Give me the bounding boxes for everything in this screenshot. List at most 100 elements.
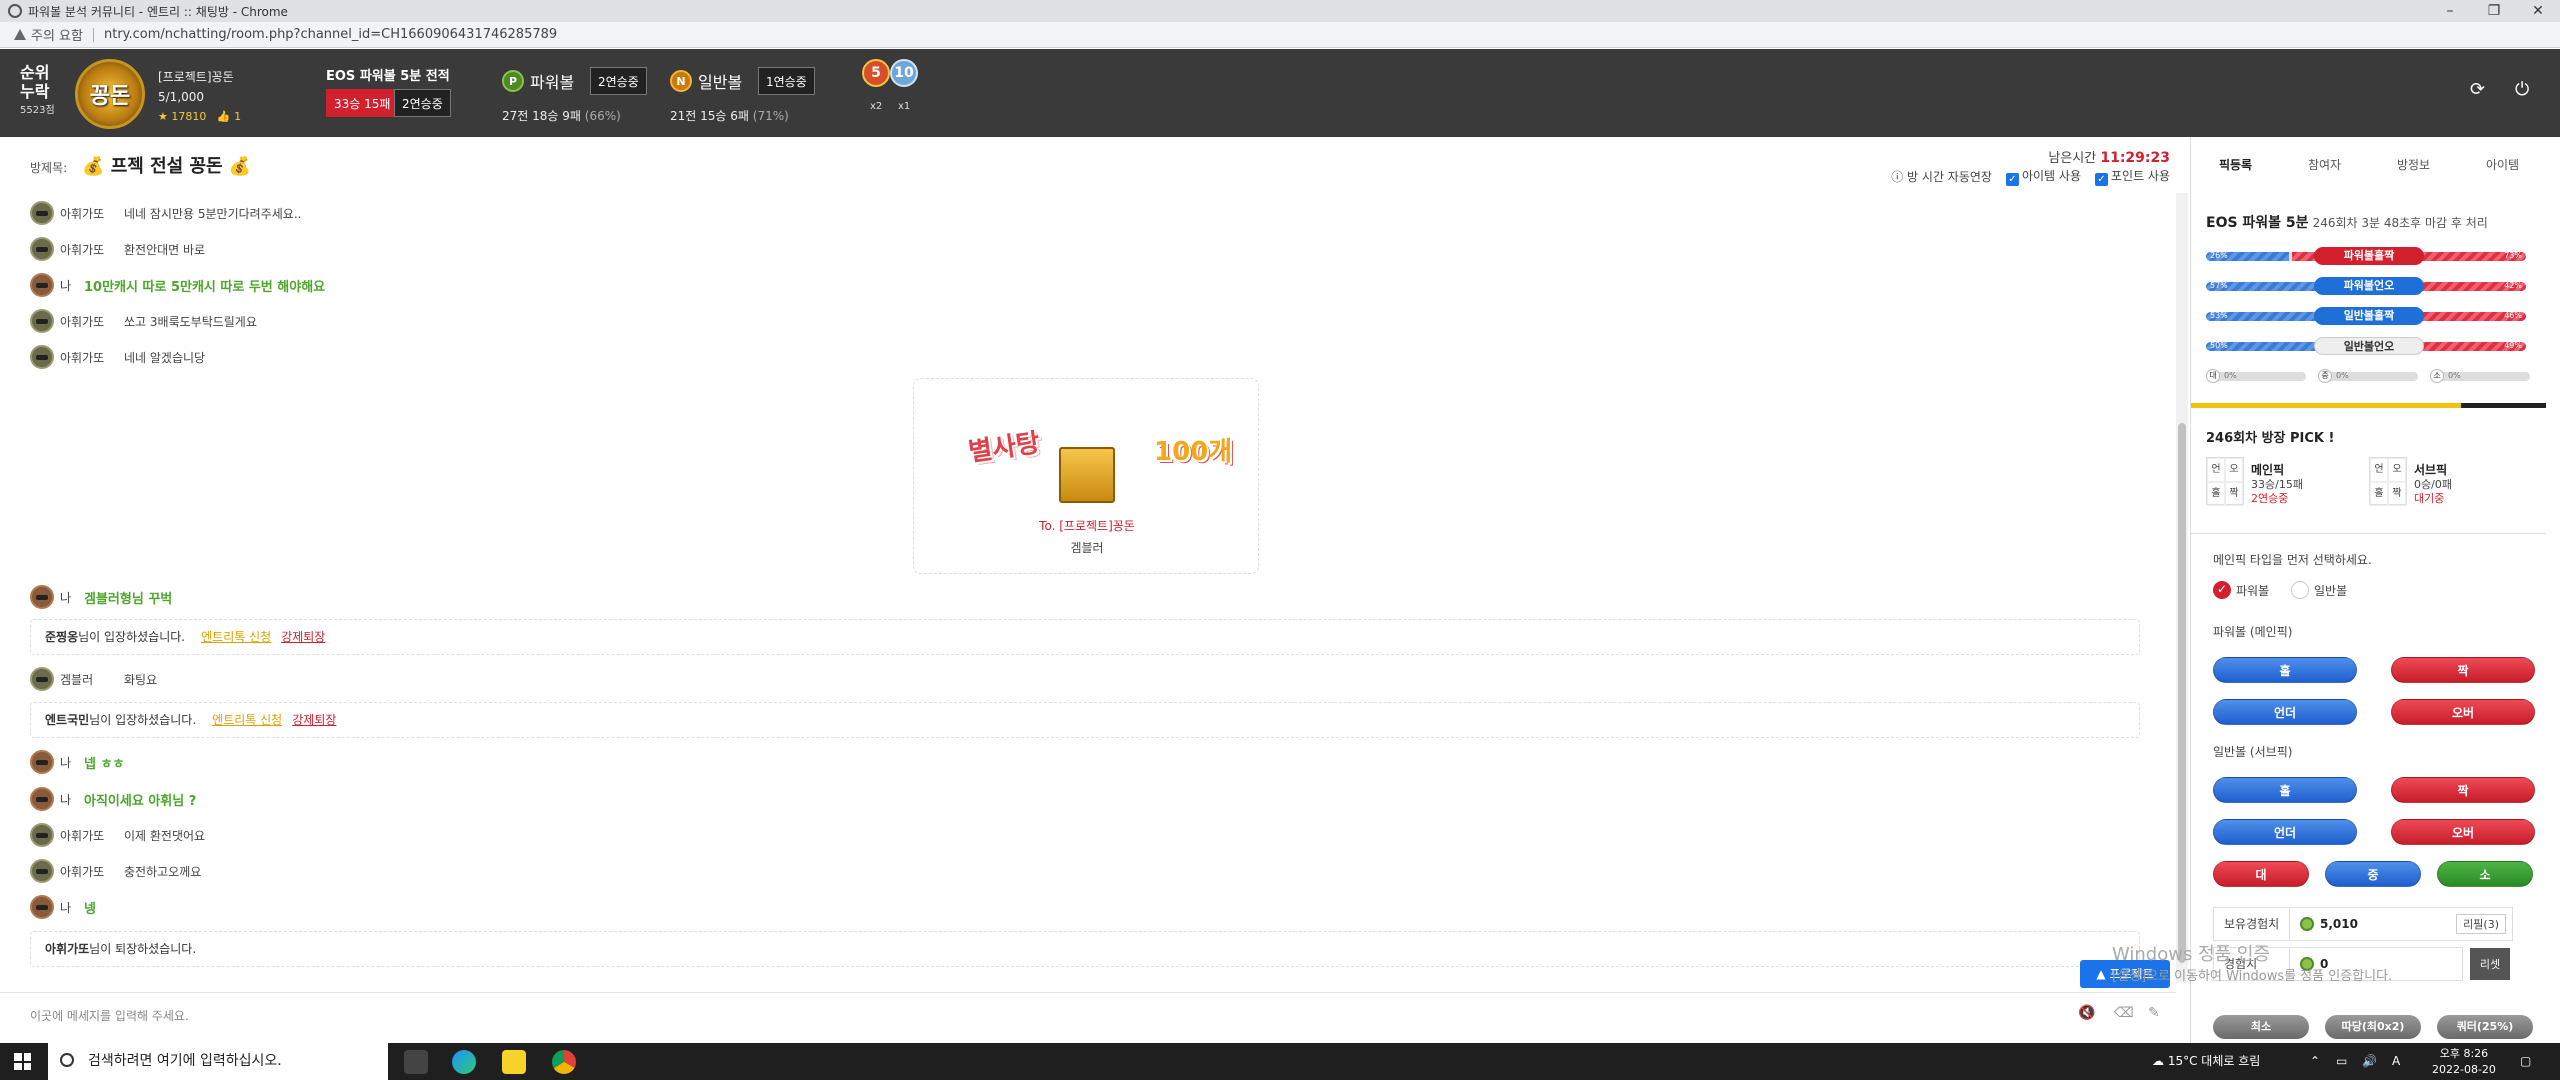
taskbar-clock[interactable]: 오후 8:26 2022-08-20 bbox=[2432, 1046, 2496, 1078]
gift-to-prefix: To. bbox=[1039, 519, 1056, 533]
powerball-even-button[interactable]: 짝 bbox=[2391, 657, 2535, 683]
refresh-icon[interactable]: ⟳ bbox=[2470, 79, 2485, 100]
weather[interactable]: ☁ 15°C 대체로 흐림 bbox=[2152, 1043, 2260, 1080]
address-bar[interactable]: 주의 요함 ntry.com/nchatting/room.php?channe… bbox=[0, 22, 2560, 48]
kick-link[interactable]: 강제퇴장 bbox=[281, 630, 325, 644]
radio-normalball[interactable]: 일반볼 bbox=[2291, 581, 2347, 599]
rank-points: 5523점 bbox=[20, 105, 55, 116]
quarter-button[interactable]: 쿼터(25%) bbox=[2437, 1015, 2533, 1039]
tab-pick-register[interactable]: 픽등록 bbox=[2191, 137, 2280, 193]
message-input[interactable]: 이곳에 메세지를 입력해 주세요. bbox=[30, 1007, 189, 1024]
powerball-odd-button[interactable]: 홀 bbox=[2213, 657, 2357, 683]
chat-nick[interactable]: 아휘가또 bbox=[60, 827, 124, 844]
remaining-time: 남은시간 11:29:23 bbox=[2048, 147, 2170, 166]
maximize-icon[interactable]: ❐ bbox=[2472, 0, 2516, 22]
opt-item-checkbox[interactable]: ✓ 아이템 사용 bbox=[2005, 167, 2081, 186]
gift-box-icon bbox=[1059, 447, 1115, 503]
chrome-page-icon bbox=[8, 4, 22, 18]
wand-icon[interactable]: ✎ bbox=[2148, 1005, 2160, 1021]
double-button[interactable]: 따당(최0x2) bbox=[2325, 1015, 2421, 1039]
exp-row: 보유경험치 5,010 리필(3) bbox=[2213, 907, 2513, 941]
ratio-right: 42% bbox=[2504, 281, 2522, 290]
chat-nick[interactable]: 아휘가또 bbox=[60, 349, 124, 366]
normalball-odd-button[interactable]: 홀 bbox=[2213, 777, 2357, 803]
normal-pct: (71%) bbox=[752, 109, 789, 123]
task-view-icon[interactable] bbox=[404, 1050, 428, 1074]
chat-message: 아휘가또 쏘고 3배룩도부탁드릴게요 bbox=[30, 309, 257, 333]
game-title-text: EOS 파워볼 5분 bbox=[2206, 215, 2309, 231]
taskbar-search[interactable]: 검색하려면 여기에 입력하십시오. bbox=[48, 1043, 388, 1080]
ime-icon[interactable]: A bbox=[2392, 1043, 2400, 1080]
entrytalk-request-link[interactable]: 엔트리톡 신청 bbox=[201, 630, 271, 644]
mini-icon: 소 bbox=[2430, 369, 2444, 383]
powerball-over-button[interactable]: 오버 bbox=[2391, 699, 2535, 725]
close-icon[interactable]: ✕ bbox=[2516, 0, 2560, 22]
opt-auto-text: 방 시간 자동연장 bbox=[1907, 170, 1992, 184]
message-input-bar: 이곳에 메세지를 입력해 주세요. 🔇 ⌫ ✎ bbox=[0, 992, 2176, 1032]
volume-icon[interactable]: 🔊 bbox=[2362, 1043, 2377, 1080]
powerball-icon: P bbox=[502, 70, 524, 92]
chat-message: 나넹 bbox=[30, 895, 96, 919]
kakaotalk-icon[interactable] bbox=[502, 1050, 526, 1074]
search-icon bbox=[60, 1053, 74, 1067]
tab-participants[interactable]: 참여자 bbox=[2280, 137, 2369, 193]
big-button[interactable]: 대 bbox=[2213, 861, 2309, 887]
moneybag-icon: 💰 bbox=[228, 156, 252, 177]
normal-stats-text: 21전 15승 6패 bbox=[670, 109, 749, 123]
chat-nick[interactable]: 겜블러 bbox=[60, 671, 124, 688]
timer-bar bbox=[2191, 403, 2546, 408]
tab-items[interactable]: 아이템 bbox=[2458, 137, 2546, 193]
chrome-icon[interactable] bbox=[552, 1050, 576, 1074]
notification-icon[interactable]: ▢ bbox=[2520, 1043, 2531, 1080]
normalball-under-button[interactable]: 언더 bbox=[2213, 819, 2357, 845]
medal-10-icon: 10 bbox=[890, 59, 918, 87]
ratio-right: 46% bbox=[2504, 311, 2522, 320]
chat-nick[interactable]: 아휘가또 bbox=[60, 863, 124, 880]
opt-auto-extend[interactable]: ⓘ 방 시간 자동연장 bbox=[1891, 168, 1992, 185]
watermark-line2: [설정]으로 이동하여 Windows를 정품 인증합니다. bbox=[2112, 969, 2393, 984]
powerball-under-button[interactable]: 언더 bbox=[2213, 699, 2357, 725]
check-icon: ✓ bbox=[2094, 173, 2108, 186]
refill-button[interactable]: 리필(3) bbox=[2456, 914, 2506, 934]
mini-value: 0% bbox=[2224, 371, 2237, 380]
mid-button[interactable]: 중 bbox=[2325, 861, 2421, 887]
room-name-text: 프젝 전설 꽁돈 bbox=[110, 156, 223, 177]
security-warning[interactable]: 주의 요함 bbox=[14, 25, 83, 44]
avatar bbox=[30, 667, 54, 691]
chat-nick[interactable]: 아휘가또 bbox=[60, 205, 124, 222]
chat-area: 아휘가또 네네 잠시만용 5분만기다려주세요.. 아휘가또 환전안대면 바로 나 10… bbox=[0, 193, 2176, 983]
chat-nick[interactable]: 아휘가또 bbox=[60, 241, 124, 258]
small-button[interactable]: 소 bbox=[2437, 861, 2533, 887]
reset-button[interactable]: 리셋 bbox=[2470, 948, 2510, 980]
avatar bbox=[30, 750, 54, 774]
mini-icon: 중 bbox=[2318, 369, 2332, 383]
edge-icon[interactable] bbox=[452, 1050, 476, 1074]
mute-icon[interactable]: 🔇 bbox=[2078, 1005, 2095, 1021]
windows-start-icon[interactable] bbox=[14, 1053, 31, 1070]
chat-message: 아휘가또 충전하고오께요 bbox=[30, 859, 201, 883]
normalball-over-button[interactable]: 오버 bbox=[2391, 819, 2535, 845]
taskbar: 검색하려면 여기에 입력하십시오. ☁ 15°C 대체로 흐림 ⌃ ▭ 🔊 A … bbox=[0, 1043, 2560, 1080]
power-icon[interactable]: ⏻ bbox=[2515, 79, 2529, 100]
chat-scrollbar[interactable] bbox=[2176, 193, 2188, 983]
main-pick-streak: 2연승중 bbox=[2251, 492, 2289, 505]
minimize-icon[interactable]: – bbox=[2428, 0, 2472, 22]
normalball-even-button[interactable]: 짝 bbox=[2391, 777, 2535, 803]
record-badge: 33승 15패 bbox=[326, 89, 399, 117]
star-icon: ★ bbox=[158, 110, 168, 123]
eraser-icon[interactable]: ⌫ bbox=[2114, 1005, 2134, 1021]
network-icon[interactable]: ▭ bbox=[2336, 1043, 2347, 1080]
radio-powerball[interactable]: 파워볼 bbox=[2213, 581, 2269, 599]
kick-link[interactable]: 강제퇴장 bbox=[292, 713, 336, 727]
medal2-value: 10 bbox=[894, 65, 914, 81]
min-button[interactable]: 최소 bbox=[2213, 1015, 2309, 1039]
sub-pick-streak: 대기중 bbox=[2414, 492, 2445, 505]
entrytalk-request-link[interactable]: 엔트리톡 신청 bbox=[212, 713, 282, 727]
opt-point-checkbox[interactable]: ✓ 포인트 사용 bbox=[2094, 167, 2170, 186]
divider bbox=[92, 27, 94, 42]
tray-chevron-icon[interactable]: ⌃ bbox=[2310, 1043, 2320, 1080]
tab-room-info[interactable]: 방정보 bbox=[2369, 137, 2458, 193]
scrollbar-thumb[interactable] bbox=[2178, 423, 2186, 963]
chat-nick[interactable]: 아휘가또 bbox=[60, 313, 124, 330]
url-text[interactable]: ntry.com/nchatting/room.php?channel_id=C… bbox=[104, 27, 557, 42]
